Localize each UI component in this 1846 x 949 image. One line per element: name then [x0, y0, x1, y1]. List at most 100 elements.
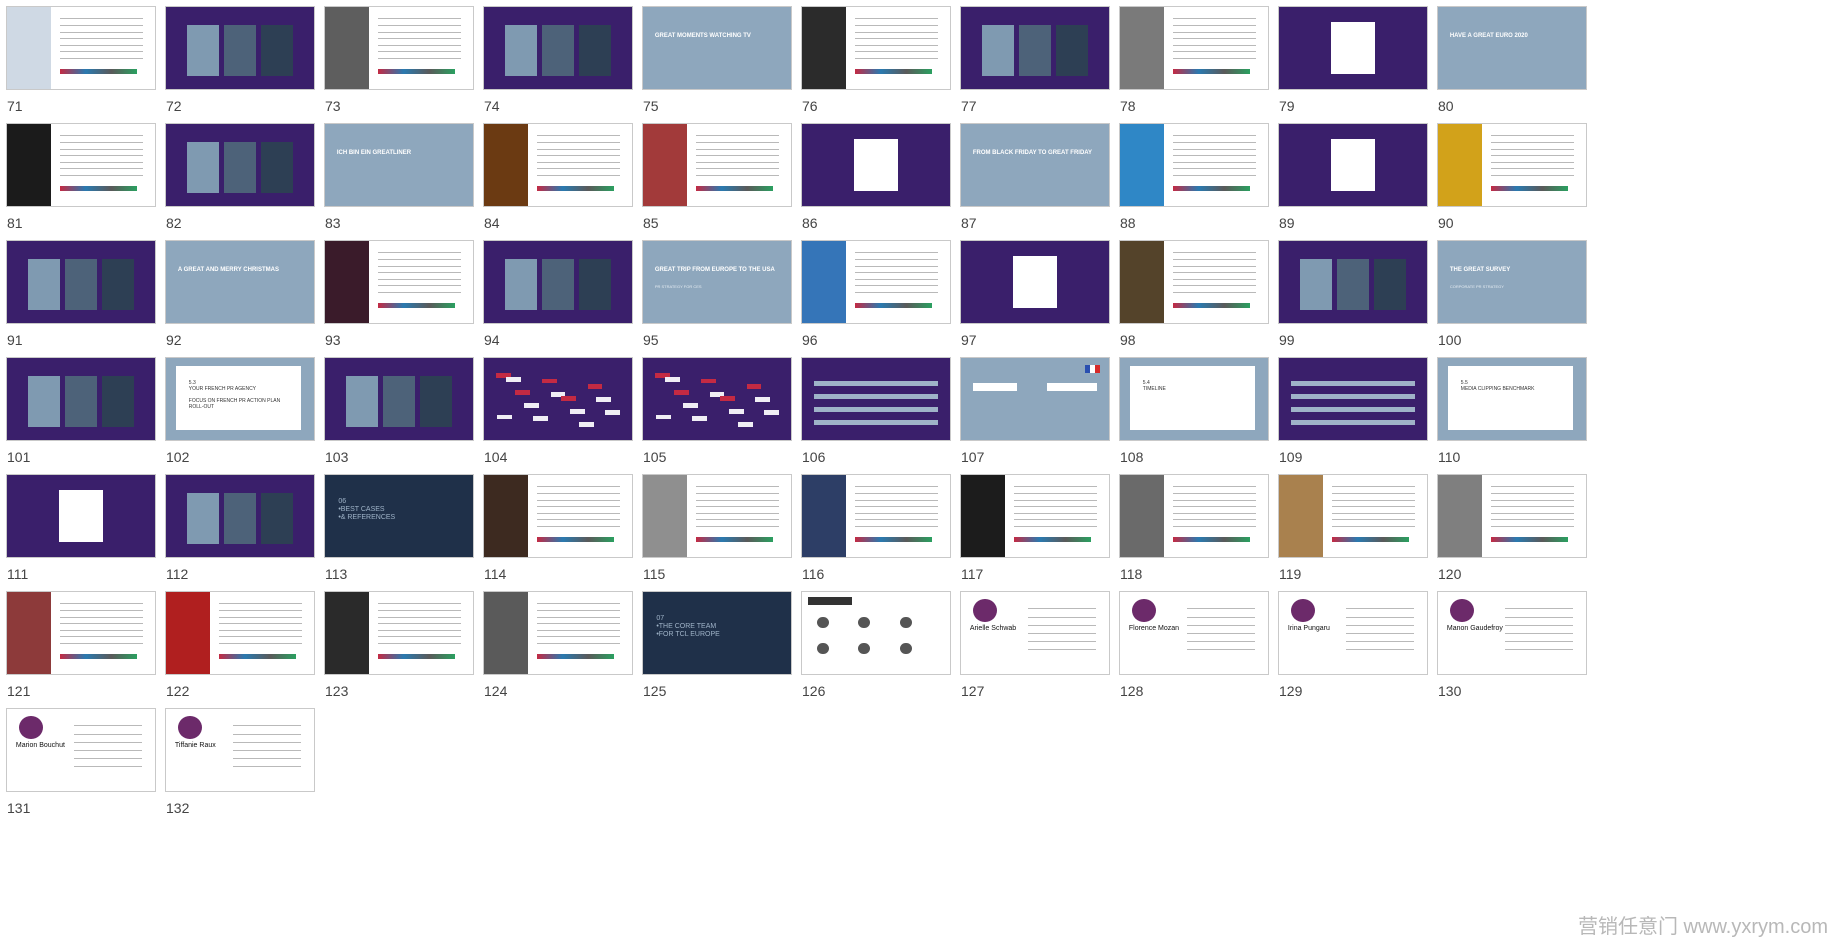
slide-preview[interactable]: 06 •BEST CASES •& REFERENCES [324, 474, 474, 558]
slide-thumbnail-109[interactable]: 109 [1272, 351, 1428, 467]
slide-thumbnail-124[interactable]: 124 [477, 585, 633, 701]
slide-preview[interactable] [165, 474, 315, 558]
slide-preview[interactable]: 5.5 MEDIA CLIPPING BENCHMARK [1437, 357, 1587, 441]
slide-thumbnail-119[interactable]: 119 [1272, 468, 1428, 584]
slide-preview[interactable] [1119, 474, 1269, 558]
slide-thumbnail-96[interactable]: 96 [795, 234, 951, 350]
slide-preview[interactable] [1278, 474, 1428, 558]
slide-thumbnail-101[interactable]: 101 [0, 351, 156, 467]
slide-thumbnail-129[interactable]: Irina Pungaru 129 [1272, 585, 1428, 701]
slide-preview[interactable] [801, 474, 951, 558]
slide-preview[interactable]: Manon Gaudefroy [1437, 591, 1587, 675]
slide-thumbnail-89[interactable]: 89 [1272, 117, 1428, 233]
slide-preview[interactable] [1278, 123, 1428, 207]
slide-preview[interactable]: GREAT TRIP FROM EUROPE TO THE USA PR STRA… [642, 240, 792, 324]
slide-thumbnail-112[interactable]: 112 [159, 468, 315, 584]
slide-thumbnail-128[interactable]: Florence Mozan 128 [1113, 585, 1269, 701]
slide-thumbnail-73[interactable]: 73 [318, 0, 474, 116]
slide-preview[interactable] [483, 123, 633, 207]
slide-preview[interactable] [6, 240, 156, 324]
slide-preview[interactable]: THE GREAT SURVEY CORPORATE PR STRATEGY [1437, 240, 1587, 324]
slide-thumbnail-125[interactable]: 07 •THE CORE TEAM •FOR TCL EUROPE 125 [636, 585, 792, 701]
slide-thumbnail-107[interactable]: 107 [954, 351, 1110, 467]
slide-thumbnail-126[interactable]: 126 [795, 585, 951, 701]
slide-thumbnail-98[interactable]: 98 [1113, 234, 1269, 350]
slide-preview[interactable] [165, 591, 315, 675]
slide-thumbnail-102[interactable]: 5.3 YOUR FRENCH PR AGENCY FOCUS ON FRENC… [159, 351, 315, 467]
slide-preview[interactable] [801, 123, 951, 207]
slide-preview[interactable] [960, 240, 1110, 324]
slide-preview[interactable] [1278, 6, 1428, 90]
slide-preview[interactable] [1278, 240, 1428, 324]
slide-preview[interactable]: Irina Pungaru [1278, 591, 1428, 675]
slide-thumbnail-87[interactable]: FROM BLACK FRIDAY TO GREAT FRIDAY 87 [954, 117, 1110, 233]
slide-thumbnail-91[interactable]: 91 [0, 234, 156, 350]
slide-preview[interactable]: 5.3 YOUR FRENCH PR AGENCY FOCUS ON FRENC… [165, 357, 315, 441]
slide-preview[interactable] [960, 357, 1110, 441]
slide-preview[interactable] [6, 474, 156, 558]
slide-preview[interactable]: Marion Bouchut [6, 708, 156, 792]
slide-preview[interactable] [642, 123, 792, 207]
slide-thumbnail-99[interactable]: 99 [1272, 234, 1428, 350]
slide-preview[interactable] [483, 474, 633, 558]
slide-preview[interactable] [6, 6, 156, 90]
slide-thumbnail-130[interactable]: Manon Gaudefroy 130 [1431, 585, 1587, 701]
slide-preview[interactable]: HAVE A GREAT EURO 2020 [1437, 6, 1587, 90]
slide-preview[interactable] [1437, 474, 1587, 558]
slide-thumbnail-71[interactable]: 71 [0, 0, 156, 116]
slide-thumbnail-104[interactable]: 104 [477, 351, 633, 467]
slide-thumbnail-75[interactable]: GREAT MOMENTS WATCHING TV 75 [636, 0, 792, 116]
slide-thumbnail-97[interactable]: 97 [954, 234, 1110, 350]
slide-preview[interactable] [483, 6, 633, 90]
slide-thumbnail-90[interactable]: 90 [1431, 117, 1587, 233]
slide-thumbnail-132[interactable]: Tiffanie Raux 132 [159, 702, 315, 818]
slide-thumbnail-79[interactable]: 79 [1272, 0, 1428, 116]
slide-thumbnail-94[interactable]: 94 [477, 234, 633, 350]
slide-preview[interactable] [165, 123, 315, 207]
slide-thumbnail-123[interactable]: 123 [318, 585, 474, 701]
slide-thumbnail-76[interactable]: 76 [795, 0, 951, 116]
slide-preview[interactable]: A GREAT AND MERRY CHRISTMAS [165, 240, 315, 324]
slide-preview[interactable]: Tiffanie Raux [165, 708, 315, 792]
slide-preview[interactable] [6, 591, 156, 675]
slide-preview[interactable] [324, 357, 474, 441]
slide-preview[interactable] [6, 123, 156, 207]
slide-thumbnail-108[interactable]: 5.4 TIMELINE 108 [1113, 351, 1269, 467]
slide-thumbnail-114[interactable]: 114 [477, 468, 633, 584]
slide-preview[interactable] [960, 474, 1110, 558]
slide-preview[interactable] [165, 6, 315, 90]
slide-thumbnail-82[interactable]: 82 [159, 117, 315, 233]
slide-preview[interactable]: GREAT MOMENTS WATCHING TV [642, 6, 792, 90]
slide-preview[interactable]: FROM BLACK FRIDAY TO GREAT FRIDAY [960, 123, 1110, 207]
slide-preview[interactable] [801, 357, 951, 441]
slide-preview[interactable] [801, 591, 951, 675]
slide-thumbnail-122[interactable]: 122 [159, 585, 315, 701]
slide-thumbnail-81[interactable]: 81 [0, 117, 156, 233]
slide-thumbnail-120[interactable]: 120 [1431, 468, 1587, 584]
slide-preview[interactable] [642, 474, 792, 558]
slide-thumbnail-72[interactable]: 72 [159, 0, 315, 116]
slide-preview[interactable]: Florence Mozan [1119, 591, 1269, 675]
slide-thumbnail-77[interactable]: 77 [954, 0, 1110, 116]
slide-thumbnail-74[interactable]: 74 [477, 0, 633, 116]
slide-preview[interactable] [1437, 123, 1587, 207]
slide-preview[interactable] [1278, 357, 1428, 441]
slide-thumbnail-84[interactable]: 84 [477, 117, 633, 233]
slide-thumbnail-95[interactable]: GREAT TRIP FROM EUROPE TO THE USA PR STRA… [636, 234, 792, 350]
slide-thumbnail-117[interactable]: 117 [954, 468, 1110, 584]
slide-preview[interactable] [483, 357, 633, 441]
slide-preview[interactable] [1119, 6, 1269, 90]
slide-thumbnail-86[interactable]: 86 [795, 117, 951, 233]
slide-thumbnail-127[interactable]: Arielle Schwab 127 [954, 585, 1110, 701]
slide-preview[interactable]: Arielle Schwab [960, 591, 1110, 675]
slide-preview[interactable]: 5.4 TIMELINE [1119, 357, 1269, 441]
slide-thumbnail-83[interactable]: ICH BIN EIN GREATLINER 83 [318, 117, 474, 233]
slide-preview[interactable] [324, 240, 474, 324]
slide-thumbnail-116[interactable]: 116 [795, 468, 951, 584]
slide-preview[interactable] [801, 6, 951, 90]
slide-preview[interactable] [6, 357, 156, 441]
slide-thumbnail-110[interactable]: 5.5 MEDIA CLIPPING BENCHMARK 110 [1431, 351, 1587, 467]
slide-thumbnail-111[interactable]: 111 [0, 468, 156, 584]
slide-preview[interactable] [960, 6, 1110, 90]
slide-thumbnail-103[interactable]: 103 [318, 351, 474, 467]
